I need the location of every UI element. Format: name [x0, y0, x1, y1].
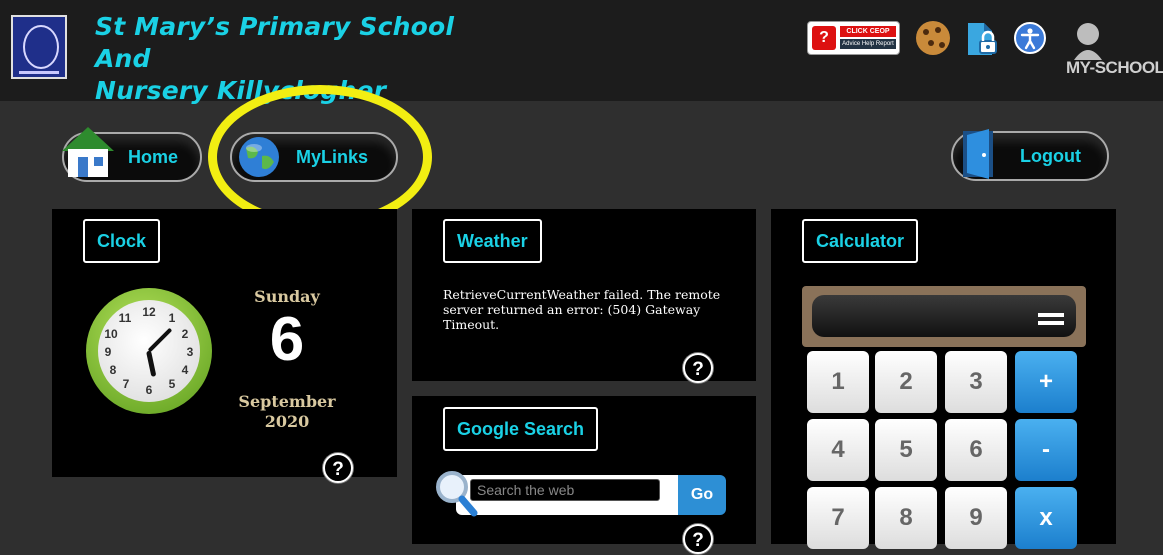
clock-month-year: September 2020: [232, 392, 342, 432]
clock-dial: 12 1 2 3 4 5 6 7 8 9 10 11: [98, 300, 200, 402]
clock-day-number: 6: [269, 305, 305, 374]
calculator-panel-title: Calculator: [802, 219, 919, 263]
google-help-button[interactable]: ?: [683, 524, 713, 554]
calculator-panel: Calculator 1 2 3 + 4 5 6 - 7 8 9 x: [771, 209, 1116, 549]
analog-clock: 12 1 2 3 4 5 6 7 8 9 10 11: [86, 288, 212, 414]
calc-key-9[interactable]: 9: [945, 487, 1007, 549]
clock-panel: Clock 12 1 2 3 4 5 6 7 8 9 10 11 Sunday …: [52, 209, 397, 483]
ceop-bottom-text: Advice Help Report: [840, 39, 896, 49]
logout-label: Logout: [1020, 146, 1081, 166]
mylinks-highlight-circle: [208, 85, 432, 229]
ceop-button[interactable]: ? CLICK CEOP Advice Help Report: [807, 21, 900, 55]
clock-month: September: [238, 392, 336, 411]
clock-number: 9: [104, 345, 112, 359]
google-search-panel-title: Google Search: [443, 407, 599, 451]
calc-key-minus[interactable]: -: [1015, 419, 1077, 481]
house-icon: [62, 127, 114, 177]
clock-number: 11: [118, 311, 132, 325]
school-crest-logo[interactable]: [11, 15, 67, 79]
myschool-logo[interactable]: MY-SCHOOL: [1066, 20, 1163, 80]
clock-hour-hand: [146, 350, 157, 377]
clock-number: 4: [181, 363, 189, 377]
crest-emblem: [23, 25, 59, 69]
weather-error-message: RetrieveCurrentWeather failed. The remot…: [443, 287, 721, 332]
clock-help-button[interactable]: ?: [323, 453, 353, 483]
weather-panel-title: Weather: [443, 219, 542, 263]
clock-number: 8: [109, 363, 117, 377]
clock-number: 10: [104, 327, 118, 341]
clock-minute-hand: [147, 327, 173, 353]
ceop-logo-icon: ?: [812, 26, 836, 50]
clock-number: 6: [145, 383, 153, 397]
calc-key-4[interactable]: 4: [807, 419, 869, 481]
calc-key-multiply[interactable]: x: [1015, 487, 1077, 549]
cookie-icon[interactable]: [916, 21, 950, 55]
calc-key-2[interactable]: 2: [875, 351, 937, 413]
crest-banner: [19, 71, 59, 74]
accessibility-icon[interactable]: [1014, 22, 1046, 54]
school-title-line1: St Mary’s Primary School And: [95, 12, 455, 73]
clock-number: 12: [142, 305, 156, 319]
door-icon: [963, 129, 993, 179]
search-input[interactable]: Search the web: [470, 479, 660, 501]
clock-number: 7: [122, 377, 130, 391]
google-search-panel: Google Search Search the web Go ?: [412, 396, 756, 554]
clock-year: 2020: [264, 412, 310, 431]
calc-key-5[interactable]: 5: [875, 419, 937, 481]
home-button[interactable]: Home: [62, 127, 202, 182]
header: St Mary’s Primary School And Nursery Kil…: [0, 0, 1163, 105]
calc-key-plus[interactable]: +: [1015, 351, 1077, 413]
clock-number: 2: [181, 327, 189, 341]
calc-key-7[interactable]: 7: [807, 487, 869, 549]
weather-panel: Weather RetrieveCurrentWeather failed. T…: [412, 209, 756, 383]
calculator-display: [812, 295, 1076, 337]
clock-number: 1: [168, 311, 176, 325]
home-label: Home: [128, 147, 179, 167]
calc-key-6[interactable]: 6: [945, 419, 1007, 481]
calc-key-8[interactable]: 8: [875, 487, 937, 549]
equals-icon[interactable]: [1038, 313, 1064, 325]
clock-number: 5: [168, 377, 176, 391]
weather-help-button[interactable]: ?: [683, 353, 713, 383]
clock-panel-title: Clock: [83, 219, 161, 263]
calc-key-1[interactable]: 1: [807, 351, 869, 413]
ceop-top-text: CLICK CEOP: [840, 26, 896, 37]
calc-key-3[interactable]: 3: [945, 351, 1007, 413]
privacy-document-icon[interactable]: [964, 21, 1000, 57]
myschool-text: MY-SCHOOL: [1066, 58, 1163, 77]
go-button[interactable]: Go: [678, 475, 726, 515]
logout-button[interactable]: Logout: [951, 129, 1109, 181]
clock-number: 3: [186, 345, 194, 359]
